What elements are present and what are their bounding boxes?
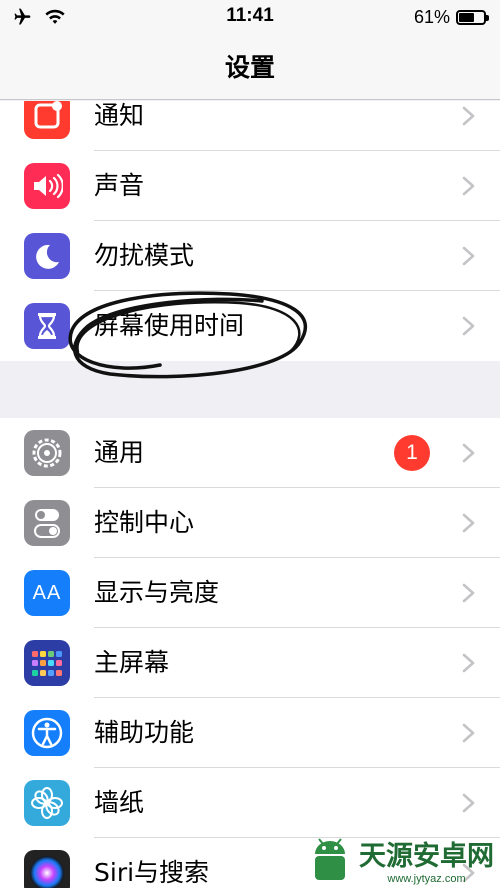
settings-group-2: 通用 1 控制中心 AA 显示与亮度主屏幕辅助功能墙纸 Siri与搜索 <box>0 418 500 888</box>
settings-row-sound[interactable]: 声音 <box>0 151 500 221</box>
hourglass-icon <box>24 303 70 349</box>
watermark-url: www.jytyaz.com <box>387 872 466 885</box>
chevron-right-icon <box>456 175 478 197</box>
icon-text: AA <box>32 581 62 604</box>
settings-row-accessibility[interactable]: 辅助功能 <box>0 698 500 768</box>
battery-fill <box>459 12 474 22</box>
settings-row-label: 显示与亮度 <box>94 578 220 607</box>
settings-row-label: 勿扰模式 <box>94 241 195 270</box>
gear-icon <box>24 430 70 476</box>
watermark-text: 天源安卓网 <box>359 840 494 872</box>
settings-row-label: 通用 <box>94 438 145 467</box>
navigation-bar: 设置 <box>0 34 500 100</box>
accessibility-icon <box>24 710 70 756</box>
settings-row-label: 通知 <box>94 101 145 130</box>
chevron-right-icon <box>456 652 478 674</box>
settings-row-label: 墙纸 <box>94 788 145 817</box>
chevron-right-icon <box>456 315 478 337</box>
moon-icon <box>24 233 70 279</box>
settings-row-gear[interactable]: 通用 1 <box>0 418 500 488</box>
sound-icon <box>24 163 70 209</box>
settings-row-label: 声音 <box>94 171 145 200</box>
settings-row-label: 控制中心 <box>94 508 195 537</box>
aa-icon: AA <box>24 570 70 616</box>
settings-row-notifications[interactable]: 通知 <box>0 101 500 151</box>
settings-row-aa[interactable]: AA 显示与亮度 <box>0 558 500 628</box>
settings-row-moon[interactable]: 勿扰模式 <box>0 221 500 291</box>
status-right: 61% <box>413 6 489 28</box>
battery-icon <box>456 9 489 25</box>
home-screen-icon <box>24 640 70 686</box>
settings-row-wallpaper-flower[interactable]: 墙纸 <box>0 768 500 838</box>
settings-row-home-screen[interactable]: 主屏幕 <box>0 628 500 698</box>
notification-badge: 1 <box>394 435 430 471</box>
chevron-right-icon <box>456 792 478 814</box>
watermark-text-block: 天源安卓网 www.jytyaz.com <box>359 834 494 885</box>
status-bar: 11:41 61% <box>0 0 500 34</box>
settings-group-1: 通知声音勿扰模式屏幕使用时间 <box>0 101 500 361</box>
chevron-right-icon <box>456 105 478 127</box>
watermark: 天源安卓网 www.jytyaz.com <box>305 834 494 885</box>
battery-percent: 61% <box>413 6 450 27</box>
notifications-icon <box>24 101 70 139</box>
page-title: 设置 <box>224 53 275 82</box>
chevron-right-icon <box>456 512 478 534</box>
settings-row-toggles[interactable]: 控制中心 <box>0 488 500 558</box>
chevron-right-icon <box>456 582 478 604</box>
toggles-icon <box>24 500 70 546</box>
settings-row-label: 辅助功能 <box>94 718 195 747</box>
settings-row-label: 屏幕使用时间 <box>94 311 245 340</box>
settings-row-label: Siri与搜索 <box>94 858 210 887</box>
wallpaper-flower-icon <box>24 780 70 826</box>
chevron-right-icon <box>456 245 478 267</box>
settings-row-hourglass[interactable]: 屏幕使用时间 <box>0 291 500 361</box>
settings-row-label: 主屏幕 <box>94 648 170 677</box>
chevron-right-icon <box>456 442 478 464</box>
siri-icon <box>24 850 70 888</box>
chevron-right-icon <box>456 722 478 744</box>
android-logo-icon <box>315 838 345 880</box>
